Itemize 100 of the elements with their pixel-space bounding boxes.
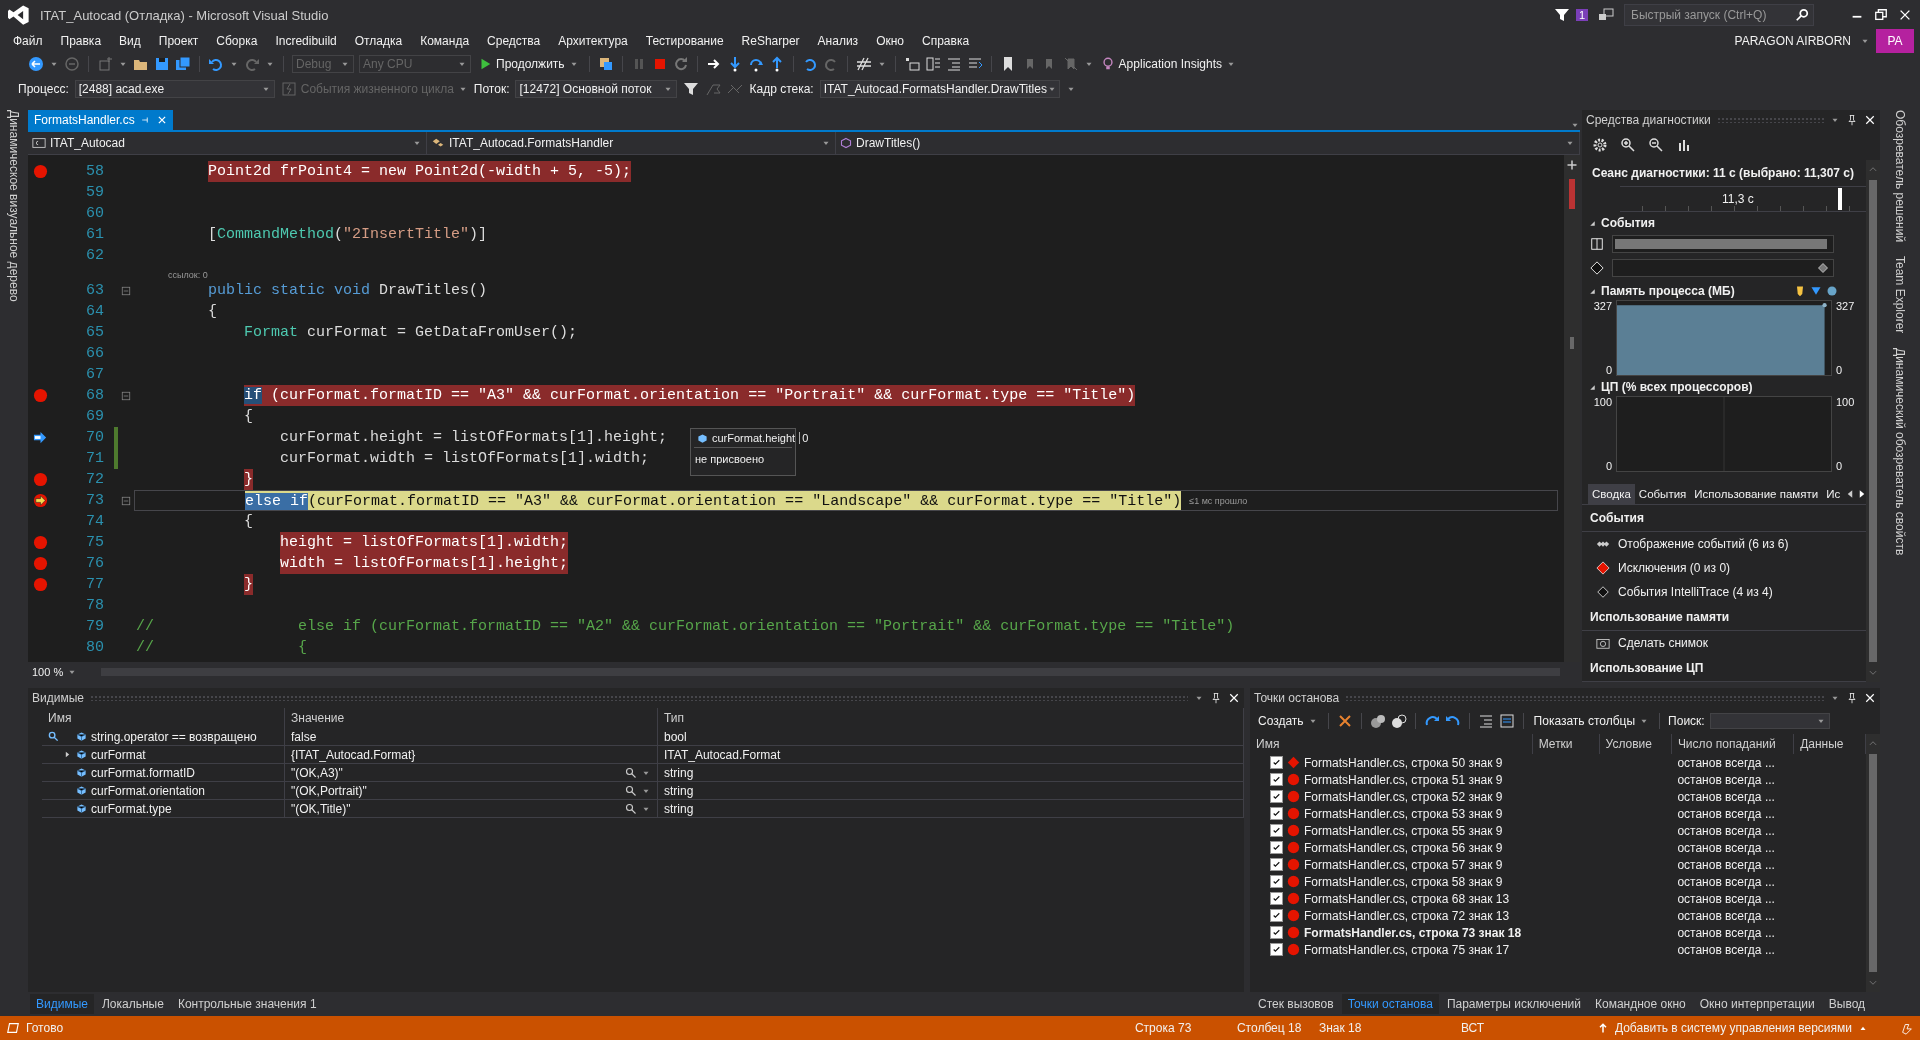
quick-launch-field[interactable]: Быстрый запуск (Ctrl+Q)	[1624, 4, 1814, 26]
save-all-icon[interactable]	[175, 56, 191, 72]
column-header[interactable]: Имя	[1250, 734, 1533, 754]
tool-window-tab[interactable]: Обозреватель решений	[1893, 110, 1907, 243]
restore-icon[interactable]	[1874, 8, 1888, 22]
process-icon[interactable]	[597, 56, 614, 72]
redo-icon[interactable]	[822, 56, 839, 72]
menu-item[interactable]: Сборка	[207, 32, 267, 50]
close-icon[interactable]	[1898, 8, 1912, 22]
checkbox[interactable]	[1270, 756, 1283, 769]
toggle-all-icon[interactable]	[1390, 713, 1407, 729]
delete-all-icon[interactable]	[1369, 713, 1386, 729]
checkbox[interactable]	[1270, 909, 1283, 922]
go-to-source-icon[interactable]	[1477, 713, 1494, 729]
column-header[interactable]: Значение	[284, 708, 658, 728]
variable-value[interactable]: "(OK,Title)"	[291, 801, 351, 816]
panel-tab[interactable]: Командное окно	[1589, 994, 1692, 1014]
menu-item[interactable]: Архитектура	[549, 32, 637, 50]
checkbox[interactable]	[1270, 892, 1283, 905]
feedback-icon[interactable]	[1598, 7, 1614, 23]
stack-icon[interactable]	[924, 56, 941, 72]
menu-item[interactable]: Файл	[4, 32, 52, 50]
breakpoint-location[interactable]: FormatsHandler.cs, строка 56 знак 9	[1304, 840, 1503, 855]
panel-tab[interactable]: Стек вызовов	[1252, 994, 1340, 1014]
menu-item[interactable]: Incredibuild	[266, 32, 346, 50]
menu-item[interactable]: Окно	[867, 32, 913, 50]
column-header[interactable]: Имя	[42, 708, 285, 728]
pin-icon[interactable]	[1846, 114, 1858, 126]
user-avatar[interactable]: PA	[1876, 29, 1914, 53]
breakpoint-icon[interactable]	[32, 577, 48, 592]
section-title[interactable]: Память процесса (МБ)	[1601, 284, 1735, 298]
threads-icon[interactable]	[903, 56, 920, 72]
scroll-thumb[interactable]	[1570, 337, 1574, 349]
menu-item[interactable]: Анализ	[808, 32, 868, 50]
go-to-disassembly-icon[interactable]	[1498, 713, 1515, 729]
breakpoint-icon[interactable]	[32, 164, 48, 179]
create-button[interactable]: Создать	[1256, 714, 1320, 728]
column-header[interactable]: Условие	[1599, 734, 1672, 754]
more-button[interactable]: ...	[1764, 857, 1775, 872]
breakpoint-location[interactable]: FormatsHandler.cs, строка 55 знак 9	[1304, 823, 1503, 838]
project-dropdown[interactable]: ITAT_Autocad	[28, 132, 427, 154]
more-button[interactable]: ...	[1764, 840, 1775, 855]
summary-link[interactable]: Исключения (0 из 0)	[1618, 561, 1731, 575]
more-button[interactable]: ...	[1764, 874, 1775, 889]
step-over-icon[interactable]	[747, 56, 764, 72]
variable-value[interactable]: "(OK,Portrait)"	[291, 783, 367, 798]
more-button[interactable]: ...	[1764, 755, 1775, 770]
back-icon[interactable]	[28, 56, 44, 72]
undo-icon[interactable]	[208, 56, 224, 72]
menu-item[interactable]: Средства	[478, 32, 550, 50]
panel-tab[interactable]: Локальные	[95, 994, 170, 1014]
menu-item[interactable]: Проект	[149, 32, 208, 50]
breakpoint-icon[interactable]	[32, 556, 48, 571]
zoom-in-icon[interactable]	[1620, 137, 1636, 153]
breakpoint-location[interactable]: FormatsHandler.cs, строка 72 знак 13	[1304, 908, 1510, 923]
search-icon[interactable]	[1795, 8, 1809, 22]
checkbox[interactable]	[1270, 807, 1283, 820]
filter-icon[interactable]	[1553, 7, 1570, 23]
step-arrow-icon[interactable]	[32, 430, 48, 445]
checkbox[interactable]	[1270, 875, 1283, 888]
hex-display-icon[interactable]	[855, 56, 872, 72]
magnifier-icon[interactable]	[625, 802, 637, 815]
breakpoint-location[interactable]: FormatsHandler.cs, строка 50 знак 9	[1304, 755, 1503, 770]
breakpoint-icon[interactable]	[32, 535, 48, 550]
magnifier-icon[interactable]	[625, 784, 637, 797]
diagnostics-tab[interactable]: Ис	[1822, 484, 1845, 504]
column-header[interactable]: Данные	[1793, 734, 1866, 754]
save-icon[interactable]	[154, 56, 170, 72]
tool-window-tab[interactable]: Динамический обозреватель свойств	[1893, 347, 1907, 555]
panel-tab[interactable]: Вывод	[1822, 994, 1872, 1014]
timeline-ruler[interactable]: 11,3 с	[1620, 186, 1866, 212]
variable-value[interactable]: false	[291, 729, 317, 744]
filter-icon[interactable]	[683, 81, 700, 97]
breakpoint-location[interactable]: FormatsHandler.cs, строка 57 знак 9	[1304, 857, 1503, 872]
more-button[interactable]: ...	[1764, 823, 1775, 838]
clear-bookmarks-icon[interactable]	[1062, 56, 1079, 72]
breakpoint-icon[interactable]	[32, 388, 48, 403]
chart-icon[interactable]	[1676, 137, 1692, 153]
process-dropdown[interactable]: [2488] acad.exe	[74, 80, 275, 98]
more-button[interactable]: ...	[1764, 891, 1775, 906]
panel-tab[interactable]: Параметры исключений	[1440, 994, 1587, 1014]
panel-tab[interactable]: Окно интерпретации	[1693, 994, 1821, 1014]
restart-icon[interactable]	[672, 56, 689, 72]
member-dropdown[interactable]: DrawTitles()	[836, 132, 1580, 154]
diagnostics-tab[interactable]: Сводка	[1588, 484, 1635, 504]
checkbox[interactable]	[1270, 790, 1283, 803]
tool-window-tab[interactable]: Динамическое визуальное дерево	[7, 110, 21, 302]
breakpoint-location[interactable]: FormatsHandler.cs, строка 75 знак 17	[1304, 942, 1510, 957]
expand-icon[interactable]	[63, 750, 72, 759]
stack-frame-dropdown[interactable]: ITAT_Autocad.FormatsHandler.DrawTitles	[819, 80, 1060, 98]
more-button[interactable]: ...	[1764, 772, 1775, 787]
more-button[interactable]: ...	[1764, 925, 1775, 940]
menu-item[interactable]: Вид	[110, 32, 150, 50]
column-header[interactable]: Метки	[1532, 734, 1600, 754]
close-icon[interactable]	[1864, 692, 1876, 704]
settings-icon[interactable]	[1592, 137, 1608, 153]
checkbox[interactable]	[1270, 943, 1283, 956]
panel-tab[interactable]: Контрольные значения 1	[171, 994, 323, 1014]
forward-icon[interactable]	[64, 56, 80, 72]
menu-item[interactable]: Команда	[411, 32, 479, 50]
